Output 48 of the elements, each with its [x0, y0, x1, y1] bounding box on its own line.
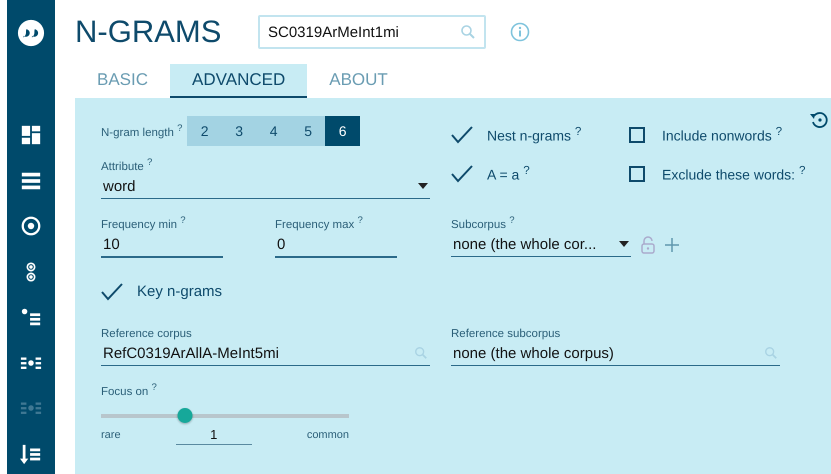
attribute-select[interactable]: word — [101, 176, 430, 199]
rare-label: rare — [101, 429, 121, 442]
checkmark-icon[interactable] — [451, 126, 473, 144]
frequency-max-label: Frequency max $^{?}$ — [275, 214, 364, 231]
checkbox[interactable] — [629, 126, 645, 142]
caret-icon — [619, 241, 629, 248]
attribute-label: Attribute $^{?}$ — [101, 157, 154, 173]
target-icon[interactable] — [20, 215, 42, 237]
subcorpus-select[interactable]: none (the whole cor... — [451, 234, 631, 257]
ngram-length-option[interactable]: 3 — [222, 116, 256, 146]
reference-subcorpus-label: Reference subcorpus — [451, 328, 562, 340]
caret-icon — [418, 183, 428, 190]
ngram-length-option[interactable]: 4 — [256, 116, 291, 146]
search-icon — [460, 24, 476, 40]
add-icon[interactable] — [665, 238, 679, 252]
page-title: N-GRAMS — [75, 14, 222, 50]
bullets-icon[interactable] — [20, 306, 42, 328]
reference-subcorpus-field[interactable]: none (the whole corpus) — [451, 342, 780, 366]
corpus-search-field[interactable]: SC0319ArMeInt1mi — [258, 15, 486, 49]
frequency-min-label: Frequency min $^{?}$ — [101, 214, 187, 231]
checkbox[interactable] — [629, 166, 645, 182]
ngram-length-label: N-gram length $^{?}$ — [101, 123, 182, 139]
common-label: common — [306, 429, 349, 442]
search-icon — [764, 346, 778, 360]
ngram-length-option[interactable]: 6 — [325, 116, 360, 146]
frequency-min-field[interactable]: 10 — [101, 234, 223, 258]
search-icon — [414, 346, 428, 360]
subcorpus-label: Subcorpus $^{?}$ — [451, 214, 516, 231]
ngram-length-option[interactable]: 2 — [187, 116, 222, 146]
option-label: Include nonwords $^{?}$ — [662, 125, 782, 144]
reference-corpus-field[interactable]: RefC0319ArAllA-MeInt5mi — [101, 342, 430, 366]
frequency-max-field[interactable]: 0 — [275, 234, 397, 258]
dashboard-icon[interactable] — [20, 124, 42, 146]
option-label: Exclude these words: $^{?}$ — [662, 164, 806, 183]
checkmark-icon[interactable] — [451, 164, 473, 182]
option-label: A = a $^{?}$ — [487, 164, 530, 183]
option-label: Nest n-grams $^{?}$ — [487, 125, 582, 144]
slider-thumb[interactable] — [178, 408, 193, 424]
focus-label: Focus on $^{?}$ — [101, 382, 158, 398]
key-ngrams-label: Key n-grams — [137, 283, 222, 300]
sort-icon[interactable] — [20, 442, 42, 464]
reference-corpus-label: Reference corpus — [101, 328, 193, 340]
ngram-length-option[interactable]: 5 — [290, 116, 326, 146]
logo-icon[interactable] — [17, 19, 45, 47]
reset-icon[interactable] — [809, 110, 829, 130]
tab[interactable]: ADVANCED — [170, 64, 308, 98]
checkmark-icon[interactable] — [101, 282, 123, 301]
focus-value-field[interactable]: 1 — [176, 425, 252, 446]
